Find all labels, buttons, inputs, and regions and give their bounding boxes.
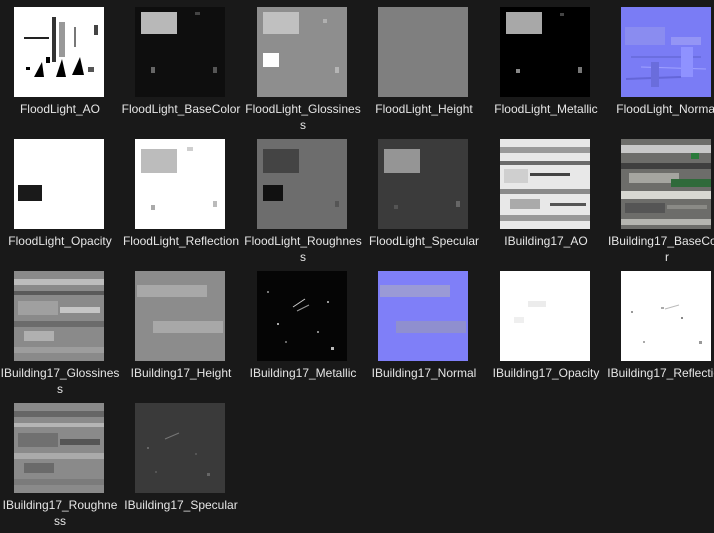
file-item-ibuilding17-height[interactable]: IBuilding17_Height: [121, 271, 241, 399]
file-item-floodlight-roughness[interactable]: FloodLight_Roughness: [243, 139, 363, 267]
metallic-texture-icon: [500, 7, 590, 97]
glossiness-texture-icon: [14, 271, 104, 361]
file-name-label: IBuilding17_Reflection: [607, 366, 714, 380]
file-item-floodlight-reflection[interactable]: FloodLight_Reflection: [121, 139, 241, 267]
file-name-label: IBuilding17_Metallic: [249, 366, 357, 380]
file-name-label: IBuilding17_Normal: [371, 366, 477, 380]
normal-texture-icon: [378, 271, 468, 361]
file-name-label: FloodLight_Roughness: [244, 234, 362, 264]
opacity-texture-icon: [500, 271, 590, 361]
file-item-ibuilding17-ao[interactable]: IBuilding17_AO: [486, 139, 606, 267]
roughness-texture-icon: [257, 139, 347, 229]
file-item-floodlight-glossiness[interactable]: FloodLight_Glossiness: [243, 7, 363, 135]
height-texture-icon: [135, 271, 225, 361]
file-name-label: FloodLight_Specular: [368, 234, 480, 248]
reflection-texture-icon: [135, 139, 225, 229]
file-item-ibuilding17-basecolor[interactable]: IBuilding17_BaseColor: [607, 139, 714, 267]
file-name-label: FloodLight_Reflection: [122, 234, 240, 248]
file-name-label: FloodLight_AO: [19, 102, 101, 116]
height-texture-icon: [378, 7, 468, 97]
file-name-label: FloodLight_Metallic: [494, 102, 598, 116]
basecolor-texture-icon: [135, 7, 225, 97]
file-item-floodlight-ao[interactable]: FloodLight_AO: [0, 7, 120, 135]
specular-texture-icon: [378, 139, 468, 229]
file-grid: FloodLight_AO FloodLight_BaseColor Flood: [0, 0, 714, 533]
normal-texture-icon: [621, 7, 711, 97]
glossiness-texture-icon: [257, 7, 347, 97]
file-item-ibuilding17-normal[interactable]: IBuilding17_Normal: [364, 271, 484, 399]
file-item-floodlight-specular[interactable]: FloodLight_Specular: [364, 139, 484, 267]
file-name-label: FloodLight_Height: [375, 102, 473, 116]
ao-texture-icon: [14, 7, 104, 97]
file-item-ibuilding17-metallic[interactable]: IBuilding17_Metallic: [243, 271, 363, 399]
basecolor-texture-icon: [621, 139, 711, 229]
file-item-floodlight-basecolor[interactable]: FloodLight_BaseColor: [121, 7, 241, 135]
file-item-ibuilding17-roughness[interactable]: IBuilding17_Roughness: [0, 403, 120, 531]
file-name-label: FloodLight_BaseColor: [121, 102, 241, 116]
file-name-label: IBuilding17_Glossiness: [0, 366, 120, 396]
file-name-label: IBuilding17_Height: [130, 366, 232, 380]
ao-texture-icon: [500, 139, 590, 229]
file-item-ibuilding17-glossiness[interactable]: IBuilding17_Glossiness: [0, 271, 120, 399]
file-item-ibuilding17-specular[interactable]: IBuilding17_Specular: [121, 403, 241, 531]
file-name-label: IBuilding17_Specular: [124, 498, 238, 512]
file-name-label: IBuilding17_Opacity: [492, 366, 600, 380]
file-name-label: FloodLight_Glossiness: [245, 102, 361, 132]
specular-texture-icon: [135, 403, 225, 493]
opacity-texture-icon: [14, 139, 104, 229]
reflection-texture-icon: [621, 271, 711, 361]
file-item-ibuilding17-reflection[interactable]: IBuilding17_Reflection: [607, 271, 714, 399]
roughness-texture-icon: [14, 403, 104, 493]
file-item-floodlight-normal[interactable]: FloodLight_Normal: [607, 7, 714, 135]
file-name-label: FloodLight_Normal: [616, 102, 714, 116]
metallic-texture-icon: [257, 271, 347, 361]
file-item-ibuilding17-opacity[interactable]: IBuilding17_Opacity: [486, 271, 606, 399]
file-name-label: IBuilding17_Roughness: [2, 498, 118, 528]
file-name-label: IBuilding17_BaseColor: [607, 234, 714, 264]
file-name-label: IBuilding17_AO: [504, 234, 588, 248]
file-item-floodlight-height[interactable]: FloodLight_Height: [364, 7, 484, 135]
file-item-floodlight-metallic[interactable]: FloodLight_Metallic: [486, 7, 606, 135]
file-item-floodlight-opacity[interactable]: FloodLight_Opacity: [0, 139, 120, 267]
file-name-label: FloodLight_Opacity: [8, 234, 112, 248]
